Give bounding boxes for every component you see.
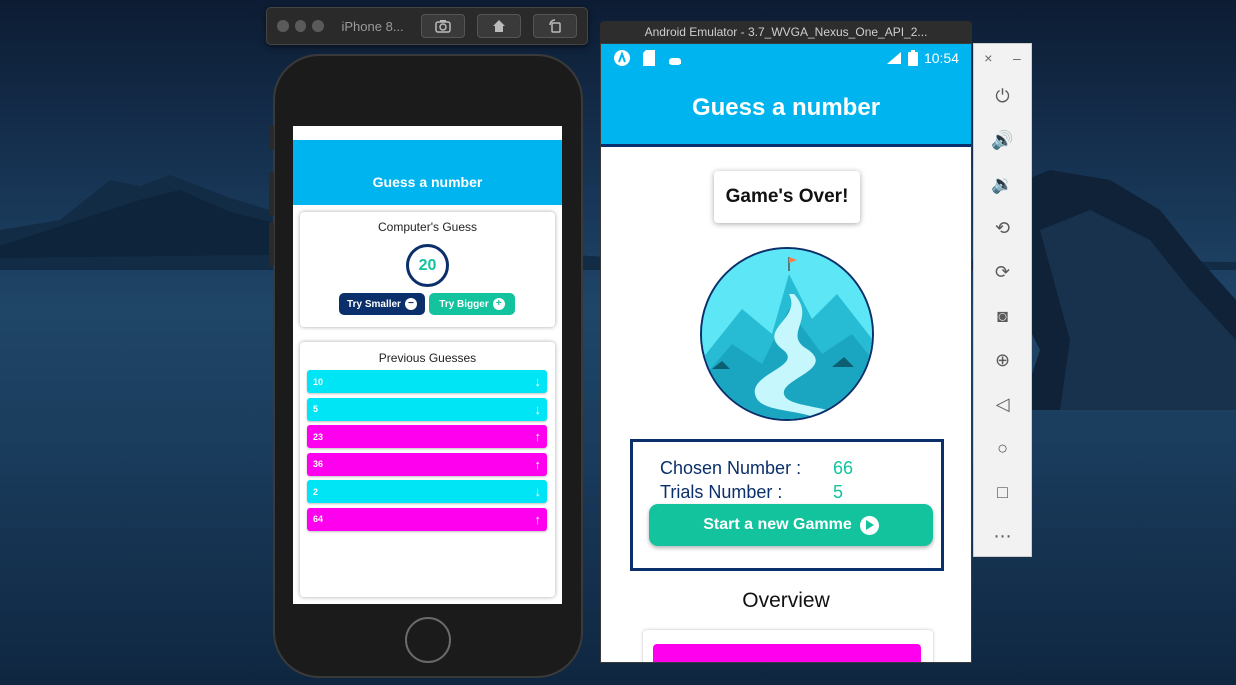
start-new-game-label: Start a new Gamme [703, 516, 852, 533]
guess-history-row: 5 ↓ [307, 397, 547, 421]
home-icon [492, 20, 505, 32]
status-right-group: 10:54 [886, 50, 959, 66]
simulator-device-title: iPhone 8... [341, 18, 404, 34]
guess-history-row: 2 ↓ [307, 480, 547, 503]
try-bigger-label: Try Bigger [439, 298, 489, 310]
arrow-up-icon: ↑ [534, 456, 542, 472]
guess-value: 23 [313, 431, 324, 442]
computer-guess-card: Computer's Guess 20 Try Smaller − Try Bi… [300, 212, 555, 327]
sd-card-icon [643, 50, 655, 66]
arrow-down-icon: ↓ [534, 401, 542, 417]
overview-card [643, 630, 933, 662]
rotate-right-icon[interactable]: ⟳ [974, 250, 1031, 294]
volume-down-icon[interactable]: 🔉 [974, 162, 1031, 206]
android-app-screen: 10:54 Guess a number Game's Over! Chosen… [600, 43, 972, 663]
volume-down-side-button [269, 222, 274, 266]
game-over-card: Game's Over! [714, 171, 860, 223]
computer-guess-title: Computer's Guess [378, 220, 477, 234]
zoom-icon[interactable]: ⊕ [974, 338, 1031, 382]
play-icon [859, 515, 879, 535]
try-smaller-label: Try Smaller [347, 298, 401, 310]
overview-row [653, 644, 921, 662]
chosen-number-value: 66 [833, 458, 854, 478]
battery-icon [907, 50, 918, 66]
iphone-home-button[interactable] [405, 617, 451, 663]
trials-number-value: 5 [833, 482, 844, 502]
ios-simulator-toolbar: iPhone 8... [266, 7, 588, 45]
emulator-window-title: Android Emulator - 3.7_WVGA_Nexus_One_AP… [644, 25, 928, 39]
panel-window-controls: × – [974, 44, 1031, 74]
power-icon[interactable]: ⏻ [974, 74, 1031, 118]
trials-number-label: Trials Number : [660, 482, 783, 502]
current-guess-number: 20 [406, 244, 449, 287]
arrow-down-icon: ↓ [534, 484, 542, 499]
minus-icon: − [404, 298, 417, 310]
overview-icon[interactable]: □ [974, 470, 1031, 514]
arrow-down-icon: ↓ [534, 374, 542, 389]
guess-history-row: 10 ↓ [307, 370, 547, 393]
lte-signal-icon [886, 52, 901, 64]
status-time: 10:54 [923, 50, 959, 66]
game-over-illustration [700, 247, 874, 421]
ios-header-title: Guess a number [372, 174, 483, 190]
ios-header: Guess a number [293, 140, 562, 205]
overview-title: Overview [742, 589, 830, 612]
game-over-text: Game's Over! [725, 186, 849, 207]
mountain-path-image [702, 249, 872, 419]
arrow-up-icon: ↑ [534, 429, 542, 444]
rotate-icon [549, 19, 561, 33]
rotate-left-icon[interactable]: ⟲ [974, 206, 1031, 250]
guess-value: 10 [313, 376, 324, 387]
minimize-window-button[interactable] [294, 20, 306, 32]
back-icon[interactable]: ◁ [974, 382, 1031, 426]
results-box: Chosen Number : 66 Trials Number : 5 Sta… [630, 439, 944, 571]
guess-history-row: 36 ↑ [307, 452, 547, 476]
plus-icon: + [492, 298, 505, 310]
volume-up-side-button [269, 172, 274, 216]
volume-up-icon[interactable]: 🔊 [974, 118, 1031, 162]
close-icon[interactable]: × [984, 50, 992, 74]
camera-icon [434, 20, 451, 33]
screenshot-button[interactable] [420, 14, 465, 38]
arrow-up-icon: ↑ [534, 511, 542, 527]
chosen-number-label: Chosen Number : [660, 458, 802, 478]
try-smaller-button[interactable]: Try Smaller − [339, 293, 425, 315]
home-button[interactable] [476, 14, 521, 38]
previous-guesses-title: Previous Guesses [378, 351, 477, 365]
home-icon[interactable]: ○ [974, 426, 1031, 470]
guess-history-row: 64 ↑ [307, 507, 547, 531]
try-bigger-button[interactable]: Try Bigger + [429, 293, 515, 315]
zoom-window-button[interactable] [312, 20, 324, 32]
android-emulator-titlebar: Android Emulator - 3.7_WVGA_Nexus_One_AP… [600, 21, 972, 43]
mute-switch [269, 126, 274, 150]
camera-icon[interactable]: ◙ [974, 294, 1031, 338]
guess-value: 5 [313, 404, 319, 414]
guess-value: 2 [313, 486, 319, 497]
minimize-icon[interactable]: – [1013, 50, 1021, 74]
guess-value: 64 [313, 514, 324, 524]
previous-guesses-card: Previous Guesses 10 ↓ 5 ↓ 23 ↑ 36 ↑ 2 ↓ 64 ↑ [300, 342, 555, 597]
emulator-side-panel: × – ⏻ 🔊 🔉 ⟲ ⟳ ◙ ⊕ ◁ ○ □ ⋯ [973, 43, 1032, 557]
start-new-game-button[interactable]: Start a new Gamme [649, 504, 933, 546]
android-header: Guess a number [601, 72, 971, 147]
status-bar: 10:54 [601, 44, 971, 72]
panel-icon-list: ⏻ 🔊 🔉 ⟲ ⟳ ◙ ⊕ ◁ ○ □ ⋯ [974, 74, 1031, 558]
android-header-title: Guess a number [691, 94, 881, 121]
guess-history-row: 23 ↑ [307, 425, 547, 448]
more-icon[interactable]: ⋯ [974, 514, 1031, 558]
rotate-button[interactable] [532, 14, 578, 38]
close-window-button[interactable] [277, 20, 289, 32]
android-icon [669, 58, 681, 65]
app-notification-icon [614, 50, 630, 66]
ios-app-screen: Guess a number Computer's Guess 20 Try S… [293, 126, 562, 604]
guess-value: 36 [313, 459, 324, 469]
